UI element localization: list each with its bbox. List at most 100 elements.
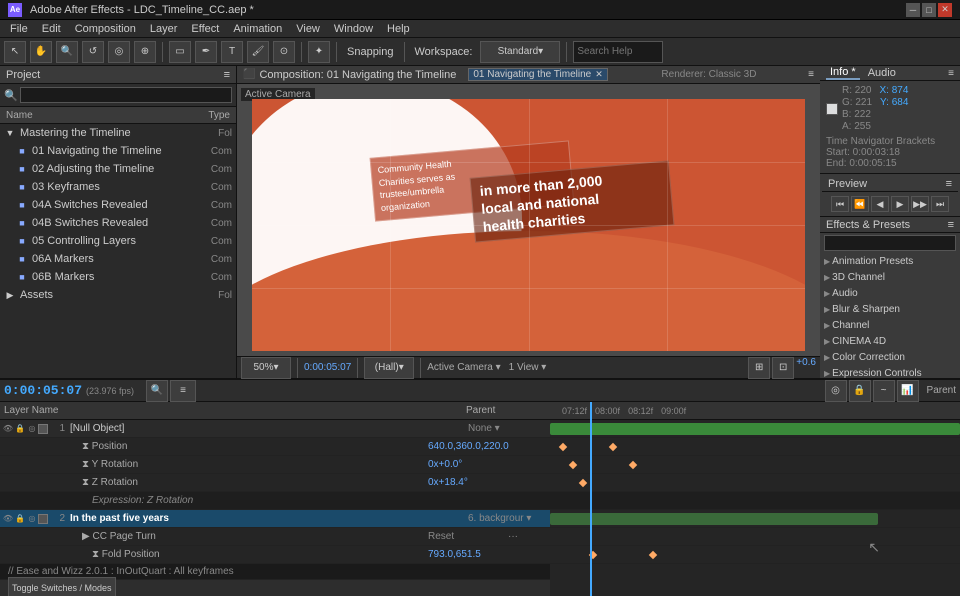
toolbar-paint[interactable]: 🖌 [247,41,269,63]
effects-item-channel[interactable]: ▶ Channel [820,317,960,333]
project-search-input[interactable] [20,87,232,103]
vis-btn[interactable]: 👁 [2,423,14,435]
preview-fwd[interactable]: ▶▶ [911,196,929,212]
minimize-button[interactable]: ─ [906,3,920,17]
list-item[interactable]: ▶ Assets Fol [0,286,236,304]
effects-item-cinema4d[interactable]: ▶ CINEMA 4D [820,333,960,349]
preview-back[interactable]: ◀ [871,196,889,212]
layer-row[interactable]: 👁 🔒 ◎ 1 [Null Object] None ▾ [0,420,550,438]
lock-btn[interactable]: 🔒 [14,513,26,525]
toolbar-pan[interactable]: ⊕ [134,41,156,63]
preview-last[interactable]: ⏭ [931,196,949,212]
comp-tab-close[interactable]: ✕ [595,69,603,80]
menu-composition[interactable]: Composition [69,22,142,36]
tl-lock-btn[interactable]: 🔒 [849,380,871,402]
effects-item-color[interactable]: ▶ Color Correction [820,349,960,365]
project-menu-btn[interactable]: ≡ [224,69,230,81]
layer-row[interactable]: 👁 🔒 ◎ 2 In the past five years 6. backgr… [0,510,550,528]
tl-graph-btn[interactable]: 📊 [897,380,919,402]
active-camera-btn[interactable]: Active Camera ▾ [427,362,500,373]
list-item[interactable]: ■ 03 Keyframes Com [0,178,236,196]
layer-checkbox[interactable] [38,424,48,434]
solo-btn[interactable]: ◎ [26,513,38,525]
vis-btn[interactable]: 👁 [2,513,14,525]
solo-btn[interactable]: ◎ [26,423,38,435]
list-item[interactable]: ■ 04A Switches Revealed Com [0,196,236,214]
effects-item-audio[interactable]: ▶ Audio [820,285,960,301]
quality-dropdown[interactable]: (Hall)▾ [364,357,414,379]
menu-edit[interactable]: Edit [36,22,67,36]
effects-item-3d[interactable]: ▶ 3D Channel [820,269,960,285]
tl-motion-btn[interactable]: ~ [873,380,895,402]
tab-audio[interactable]: Audio [864,67,900,79]
toolbar-camera[interactable]: ◎ [108,41,130,63]
workspace-dropdown[interactable]: Standard ▾ [480,41,560,63]
parent-col: Parent [466,405,546,416]
tl-search-btn[interactable]: 🔍 [146,380,168,402]
preview-menu-btn[interactable]: ≡ [946,178,952,190]
toolbar-rotate[interactable]: ↺ [82,41,104,63]
preview-play[interactable]: ▶ [891,196,909,212]
snap-btn[interactable]: ⊡ [772,357,794,379]
maximize-button[interactable]: □ [922,3,936,17]
menu-layer[interactable]: Layer [144,22,184,36]
search-help-input[interactable] [573,41,663,63]
list-item[interactable]: ▼ Mastering the Timeline Fol [0,124,236,142]
main-layout: Project ≡ 🔍 Name Type ▼ Mastering the Ti… [0,66,960,378]
time-marker-3: 08:12f [624,406,657,416]
menu-view[interactable]: View [290,22,326,36]
reset-btn[interactable]: Reset [428,531,508,542]
layer-row[interactable]: ▶ CC Page Turn Reset ··· [0,528,550,546]
menu-file[interactable]: File [4,22,34,36]
toolbar-puppet[interactable]: ✦ [308,41,330,63]
list-item[interactable]: ■ 02 Adjusting the Timeline Com [0,160,236,178]
toolbar-text[interactable]: T [221,41,243,63]
separator-5 [566,42,567,62]
menu-effect[interactable]: Effect [185,22,225,36]
toolbar-select[interactable]: ↖ [4,41,26,63]
view-count-btn[interactable]: 1 View ▾ [509,362,547,373]
menu-help[interactable]: Help [381,22,416,36]
layer-checkbox[interactable] [38,514,48,524]
list-item[interactable]: ■ 06B Markers Com [0,268,236,286]
list-item[interactable]: ■ 06A Markers Com [0,250,236,268]
toolbar-pen[interactable]: ✒ [195,41,217,63]
layer-property: ⧗ Fold Position [62,549,428,560]
tl-solo-btn[interactable]: ◎ [825,380,847,402]
list-item[interactable]: ■ 04B Switches Revealed Com [0,214,236,232]
toolbar-zoom[interactable]: 🔍 [56,41,78,63]
lock-btn[interactable]: 🔒 [14,423,26,435]
effects-item-animation[interactable]: ▶ Animation Presets [820,253,960,269]
toolbar-hand[interactable]: ✋ [30,41,52,63]
layer-row[interactable]: ⧗ Position 640.0,360.0,220.0 [0,438,550,456]
tab-info[interactable]: Info * [826,66,860,80]
layer-row[interactable]: ⧗ Fold Position 793.0,651.5 [0,546,550,564]
preview-first[interactable]: ⏮ [831,196,849,212]
toolbar-mask[interactable]: ▭ [169,41,191,63]
list-item[interactable]: ■ 01 Navigating the Timeline Com [0,142,236,160]
triangle-icon: ▶ [824,337,830,346]
playhead[interactable] [590,402,592,596]
grid-btn[interactable]: ⊞ [748,357,770,379]
toolbar-clone[interactable]: ⊙ [273,41,295,63]
zoom-dropdown[interactable]: 50%▾ [241,357,291,379]
menu-window[interactable]: Window [328,22,379,36]
time-nav-label: Time Navigator Brackets [826,136,954,147]
effects-item-blur[interactable]: ▶ Blur & Sharpen [820,301,960,317]
comp-tab-active[interactable]: 01 Navigating the Timeline ✕ [468,68,607,81]
tl-mode-btn[interactable]: ≡ [170,380,196,402]
renderer-label: Renderer: Classic 3D [661,69,756,80]
close-button[interactable]: ✕ [938,3,952,17]
menu-animation[interactable]: Animation [227,22,288,36]
info-menu-btn[interactable]: ≡ [948,68,954,79]
toggle-switches-btn[interactable]: Toggle Switches / Modes [8,577,116,596]
preview-prev[interactable]: ⏪ [851,196,869,212]
effects-search-input[interactable] [824,235,956,251]
layer-row[interactable]: ⧗ Y Rotation 0x+0.0° [0,456,550,474]
layer-row[interactable]: ⧗ Z Rotation 0x+18.4° [0,474,550,492]
effects-menu-btn[interactable]: ≡ [948,219,954,231]
comp-menu-btn[interactable]: ≡ [808,69,814,80]
list-item[interactable]: ■ 05 Controlling Layers Com [0,232,236,250]
timeline-time-display: 0:00:05:07 [4,383,82,398]
folder-icon: ▶ [4,289,16,301]
